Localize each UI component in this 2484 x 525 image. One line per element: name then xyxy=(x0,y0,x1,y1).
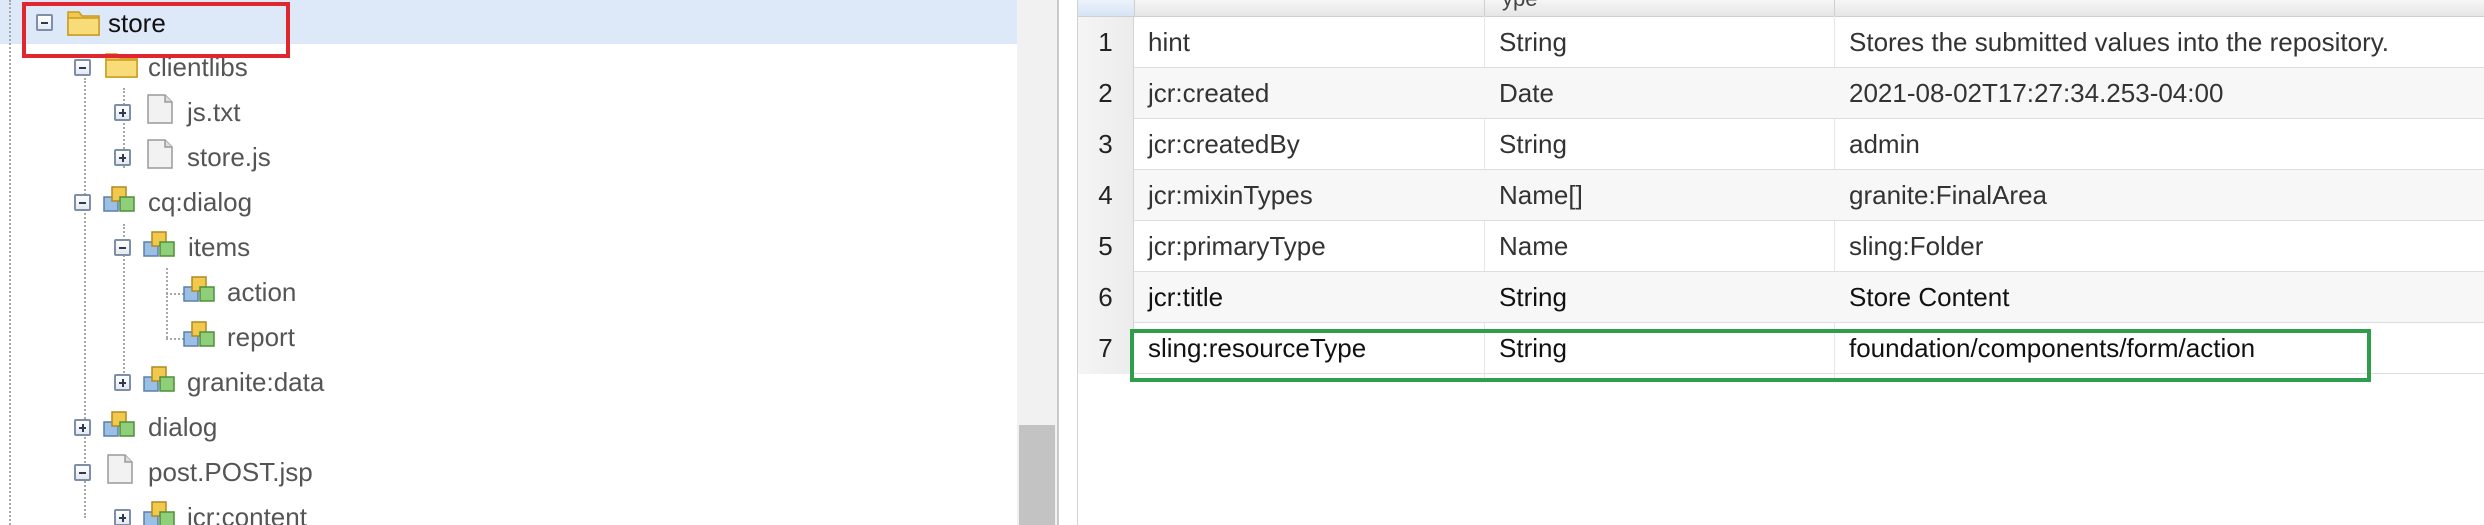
property-value: granite:FinalArea xyxy=(1849,180,2047,210)
property-name: jcr:title xyxy=(1148,282,1224,312)
tree-guide-line xyxy=(84,78,86,518)
property-type: Date xyxy=(1499,78,1554,108)
expand-toggle-icon[interactable] xyxy=(114,149,131,166)
expand-toggle-icon[interactable] xyxy=(114,104,131,121)
properties-panel: ype 1 hint String Stores the submitted v… xyxy=(1057,0,2484,525)
highlight-box-red xyxy=(22,2,290,58)
tree-node-label: js.txt xyxy=(187,97,241,127)
property-name: jcr:mixinTypes xyxy=(1148,180,1313,210)
table-row[interactable]: 5 jcr:primaryType Name sling:Folder xyxy=(1078,221,2484,272)
tree-node-label: jcr:content xyxy=(187,502,307,525)
grid-header: ype xyxy=(1078,0,2484,17)
scrollbar-thumb[interactable] xyxy=(1019,425,1055,525)
row-number: 6 xyxy=(1078,272,1134,323)
file-icon xyxy=(107,454,133,484)
tree-node-label: store.js xyxy=(187,142,271,172)
row-number: 7 xyxy=(1078,323,1134,374)
tree-node-label: granite:data xyxy=(187,367,325,397)
property-value: Stores the submitted values into the rep… xyxy=(1849,27,2390,57)
tree-guide-line xyxy=(166,268,168,338)
collapse-toggle-icon[interactable] xyxy=(114,239,131,256)
property-type: Name xyxy=(1499,231,1569,261)
header-value-column[interactable] xyxy=(1834,0,2484,16)
table-row[interactable]: 1 hint String Stores the submitted value… xyxy=(1078,17,2484,68)
expand-toggle-icon[interactable] xyxy=(114,374,131,391)
expand-toggle-icon[interactable] xyxy=(114,509,131,525)
node-icon xyxy=(103,186,135,212)
highlight-box-green xyxy=(1130,329,2371,382)
table-row[interactable]: 3 jcr:createdBy String admin xyxy=(1078,119,2484,170)
file-icon xyxy=(147,139,173,169)
node-icon xyxy=(183,276,215,302)
node-icon xyxy=(103,411,135,437)
node-icon xyxy=(183,321,215,347)
header-type-column[interactable]: ype xyxy=(1484,0,1835,16)
property-name: jcr:primaryType xyxy=(1148,231,1326,261)
table-row[interactable]: 4 jcr:mixinTypes Name[] granite:FinalAre… xyxy=(1078,170,2484,221)
property-type: String xyxy=(1499,27,1567,57)
node-icon xyxy=(143,231,175,257)
header-num-column xyxy=(1078,0,1135,16)
tree-node-label: dialog xyxy=(148,412,218,442)
row-number: 3 xyxy=(1078,119,1134,170)
row-number: 5 xyxy=(1078,221,1134,272)
collapse-toggle-icon[interactable] xyxy=(74,194,91,211)
node-icon xyxy=(143,501,175,525)
file-icon xyxy=(147,94,173,124)
row-number: 1 xyxy=(1078,17,1134,68)
property-value: 2021-08-02T17:27:34.253-04:00 xyxy=(1849,78,2224,108)
tree-node-label: report xyxy=(227,322,295,352)
tree-node-label: post.POST.jsp xyxy=(148,457,313,487)
collapse-toggle-icon[interactable] xyxy=(74,464,91,481)
tree-node-label: cq:dialog xyxy=(148,187,253,217)
property-type: Name[] xyxy=(1499,180,1583,210)
property-value: Store Content xyxy=(1849,282,2010,312)
row-number: 4 xyxy=(1078,170,1134,221)
property-name: hint xyxy=(1148,27,1190,57)
property-value: sling:Folder xyxy=(1849,231,1984,261)
table-row[interactable]: 6 jcr:title String Store Content xyxy=(1078,272,2484,323)
property-value: admin xyxy=(1849,129,1920,159)
tree-node-label: items xyxy=(188,232,251,262)
node-icon xyxy=(143,366,175,392)
tree-node-label: action xyxy=(227,277,297,307)
collapse-toggle-icon[interactable] xyxy=(74,59,91,76)
property-type: String xyxy=(1499,129,1567,159)
repository-tree: store clientlibs js.txt store.js cq:dial… xyxy=(0,0,1017,525)
tree-scrollbar[interactable] xyxy=(1017,0,1057,525)
tree-guide-line xyxy=(9,0,11,525)
property-type: String xyxy=(1499,282,1567,312)
row-number: 2 xyxy=(1078,68,1134,119)
property-name: jcr:createdBy xyxy=(1148,129,1300,159)
expand-toggle-icon[interactable] xyxy=(74,419,91,436)
header-name-column[interactable] xyxy=(1134,0,1485,16)
header-type-label: ype xyxy=(1502,0,1537,12)
property-name: jcr:created xyxy=(1148,78,1270,108)
table-row[interactable]: 2 jcr:created Date 2021-08-02T17:27:34.2… xyxy=(1078,68,2484,119)
properties-grid: ype 1 hint String Stores the submitted v… xyxy=(1077,0,2484,525)
